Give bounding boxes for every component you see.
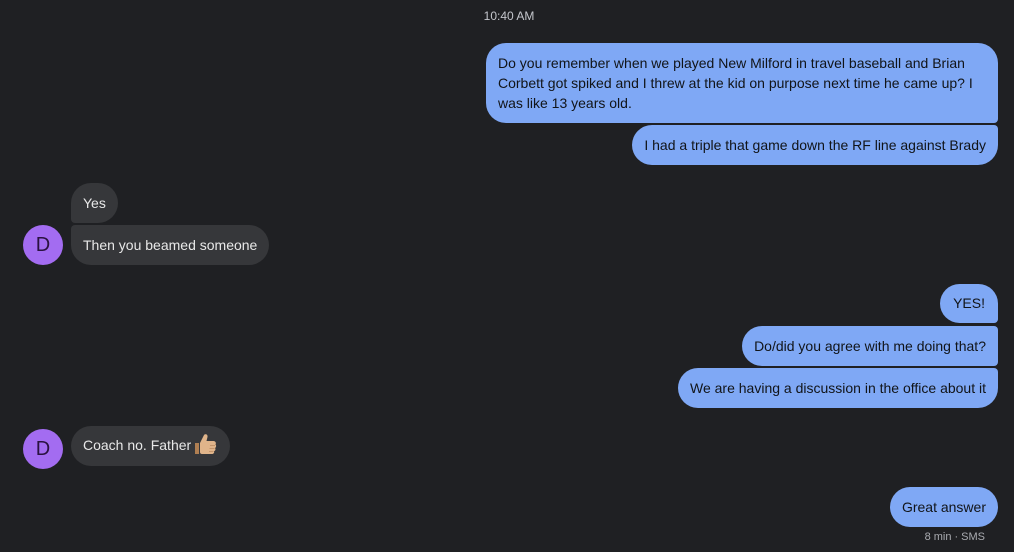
timestamp-header: 10:40 AM (483, 9, 535, 23)
message-text: We are having a discussion in the office… (690, 380, 986, 396)
message-text: Do you remember when we played New Milfo… (498, 55, 973, 111)
message-text: YES! (953, 295, 985, 311)
message-text: Coach no. Father (83, 437, 192, 453)
message-channel: SMS (961, 531, 985, 543)
thumbs-up-emoji-icon (195, 434, 217, 455)
avatar-initial: D (35, 234, 51, 256)
message-bubble-outgoing[interactable]: Great answer (889, 487, 998, 527)
message-bubble-outgoing[interactable]: I had a triple that game down the RF lin… (632, 125, 998, 165)
message-text: I had a triple that game down the RF lin… (644, 137, 986, 153)
message-bubble-outgoing[interactable]: YES! (940, 284, 998, 323)
message-bubble-incoming[interactable]: Coach no. Father (71, 426, 231, 467)
message-text: Then you beamed someone (83, 237, 258, 253)
message-text: Great answer (901, 499, 986, 515)
contact-avatar[interactable]: D (23, 225, 63, 265)
message-bubble-incoming[interactable]: Then you beamed someone (71, 225, 270, 265)
message-bubble-incoming[interactable]: Yes (71, 183, 118, 223)
status-separator: · (954, 531, 959, 543)
message-text: Do/did you agree with me doing that? (754, 338, 986, 354)
avatar-initial: D (35, 438, 51, 460)
message-bubble-outgoing[interactable]: Do/did you agree with me doing that? (742, 326, 998, 366)
message-text: Yes (83, 195, 106, 211)
message-status: 8 min · SMS (925, 531, 985, 543)
message-bubble-outgoing[interactable]: Do you remember when we played New Milfo… (486, 43, 998, 123)
message-bubble-outgoing[interactable]: We are having a discussion in the office… (678, 368, 998, 408)
message-age: 8 min (924, 531, 952, 543)
contact-avatar[interactable]: D (23, 429, 63, 469)
